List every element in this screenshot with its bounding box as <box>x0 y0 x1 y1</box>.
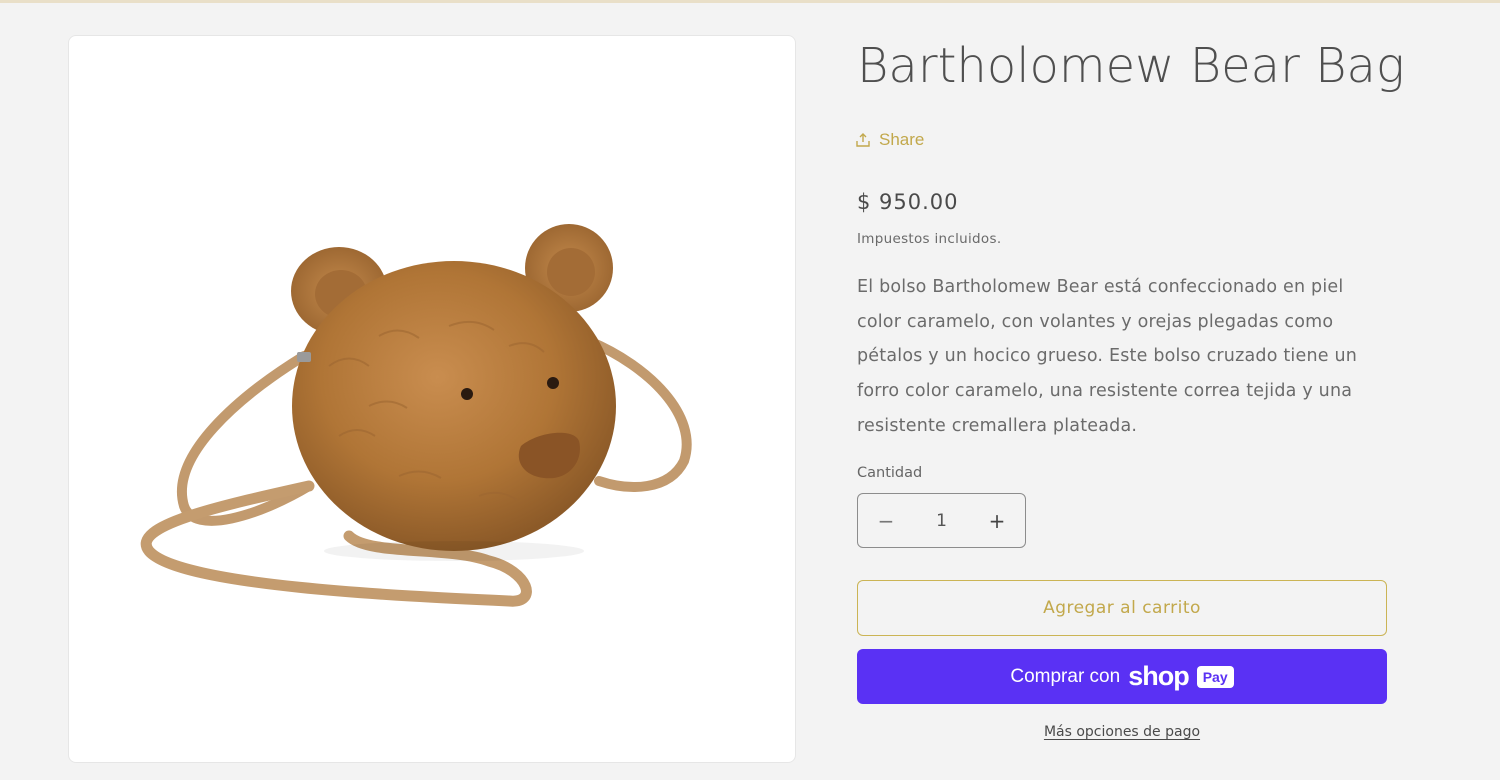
more-payment-options: Más opciones de pago <box>857 724 1387 740</box>
share-label: Share <box>879 130 925 149</box>
quantity-stepper: − 1 + <box>857 493 1026 548</box>
shop-pay-button[interactable]: Comprar con shop Pay <box>857 649 1387 704</box>
product-image-card[interactable] <box>68 35 796 763</box>
product-title: Bartholomew Bear Bag <box>857 38 1405 94</box>
share-icon <box>855 132 871 148</box>
product-price: $ 950.00 <box>857 190 959 214</box>
quantity-increase-button[interactable]: + <box>969 494 1025 547</box>
quantity-decrease-button[interactable]: − <box>858 494 914 547</box>
add-to-cart-button[interactable]: Agregar al carrito <box>857 580 1387 636</box>
product-image <box>140 224 692 607</box>
quantity-input[interactable]: 1 <box>917 511 967 531</box>
more-payment-options-link[interactable]: Más opciones de pago <box>1044 724 1200 740</box>
tax-note: Impuestos incluidos. <box>857 231 1002 247</box>
pay-badge: Pay <box>1196 665 1234 688</box>
top-border <box>0 0 1500 3</box>
quantity-label: Cantidad <box>857 465 923 481</box>
shop-logo: shop <box>1128 661 1189 691</box>
share-button[interactable]: Share <box>855 130 924 150</box>
product-description: El bolso Bartholomew Bear está confeccio… <box>857 277 1358 436</box>
shop-pay-prefix: Comprar con <box>1010 665 1121 687</box>
